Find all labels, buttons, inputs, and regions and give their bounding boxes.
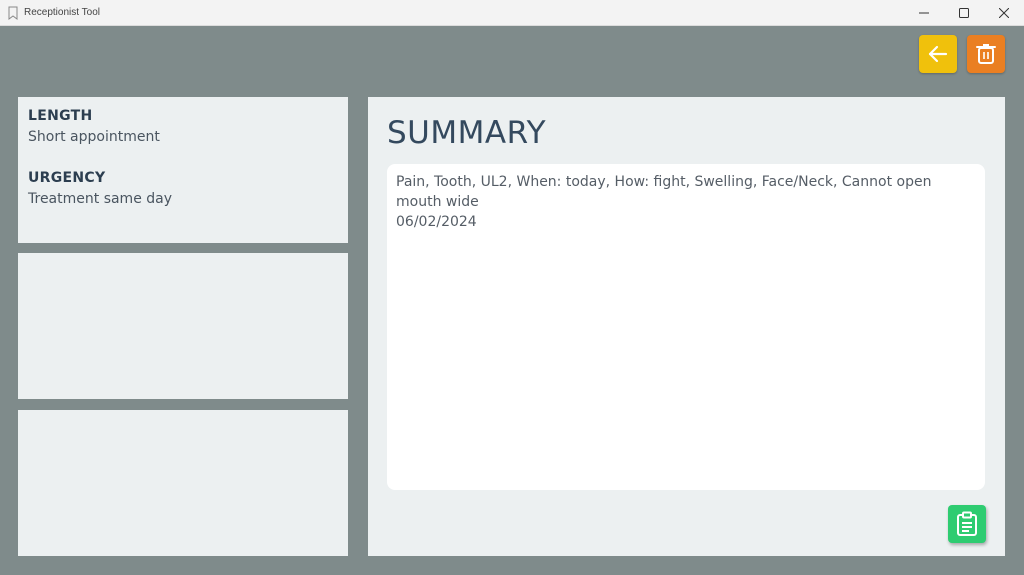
window-controls [904,0,1024,26]
maximize-icon [959,8,969,18]
back-button[interactable] [919,35,957,73]
minimize-button[interactable] [904,0,944,26]
delete-button[interactable] [967,35,1005,73]
length-label: LENGTH [28,108,93,124]
window-title: Receptionist Tool [24,7,100,18]
empty-card-3 [18,410,348,556]
arrow-left-icon [928,45,948,63]
copy-summary-button[interactable] [948,505,986,543]
title-bar: Receptionist Tool [0,0,1024,26]
summary-panel: SUMMARY Pain, Tooth, UL2, When: today, H… [368,97,1005,556]
clipboard-icon [957,511,977,536]
trash-icon [976,44,996,64]
length-value: Short appointment [28,129,160,145]
close-icon [999,8,1009,18]
app-icon [6,6,20,20]
maximize-button[interactable] [944,0,984,26]
summary-title: SUMMARY [387,115,547,151]
urgency-value: Treatment same day [28,191,173,207]
minimize-icon [919,12,929,14]
appointment-details-card: LENGTH Short appointment URGENCY Treatme… [18,97,348,243]
summary-textbox[interactable]: Pain, Tooth, UL2, When: today, How: figh… [387,164,985,490]
app-window: Receptionist Tool LENGTH Short appointme… [0,0,1024,575]
summary-text: Pain, Tooth, UL2, When: today, How: figh… [396,174,932,210]
summary-date: 06/02/2024 [396,214,477,230]
urgency-label: URGENCY [28,170,106,186]
empty-card-2 [18,253,348,399]
close-button[interactable] [984,0,1024,26]
